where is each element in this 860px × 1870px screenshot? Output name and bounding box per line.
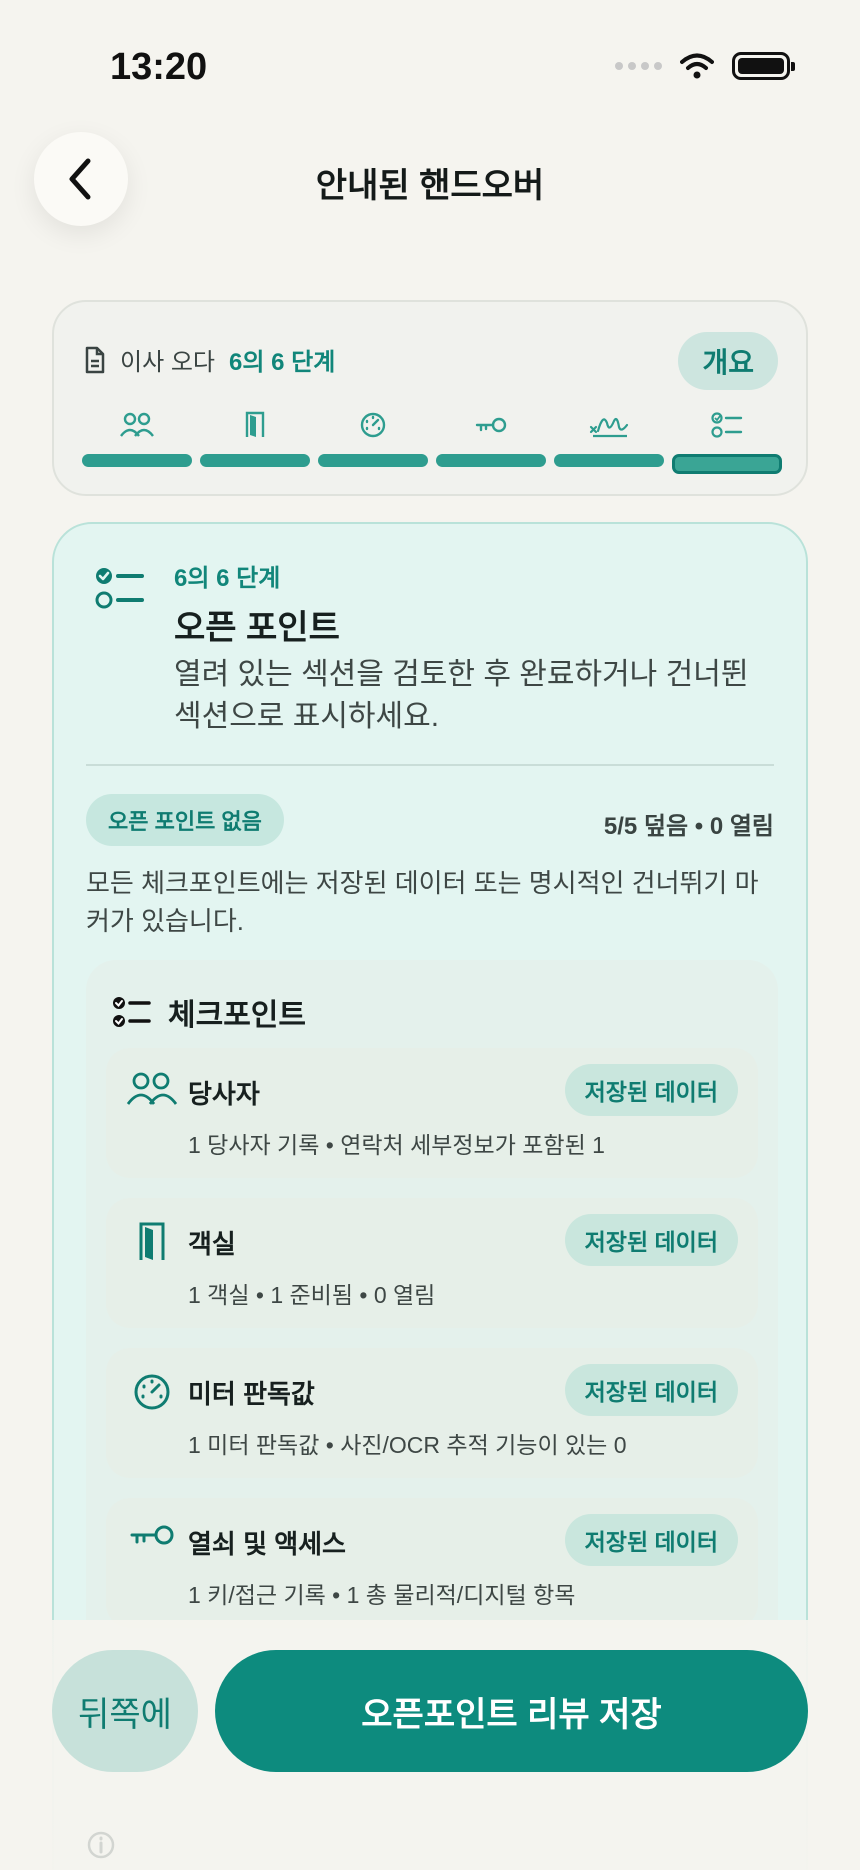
checkpoint-parties[interactable]: 당사자 저장된 데이터 1 당사자 기록 • 연락처 세부정보가 포함된 1 (106, 1048, 758, 1178)
progress-header: 이사 오다 6의 6 단계 (84, 342, 335, 377)
step-bar (318, 454, 428, 467)
intro-description: 열려 있는 섹션을 검토한 후 완료하거나 건너뛴 섹션으로 표시하세요. (174, 658, 749, 733)
coverage-note: 모든 체크포인트에는 저장된 데이터 또는 명시적인 건너뛰기 마커가 있습니다… (86, 868, 759, 936)
step-parties[interactable] (82, 410, 192, 474)
checkpoint-rooms[interactable]: 객실 저장된 데이터 1 객실 • 1 준비됨 • 0 열림 (106, 1198, 758, 1328)
checkpoint-detail: 1 객실 • 1 준비됨 • 0 열림 (188, 1282, 436, 1308)
door-icon (139, 1222, 165, 1260)
status-bar: 13:20 (0, 0, 860, 140)
status-badge: 저장된 데이터 (564, 1364, 738, 1416)
status-time: 13:20 (110, 46, 208, 88)
checkpoints-header: 체크포인트 (112, 990, 306, 1034)
document-icon (85, 346, 105, 373)
status-badge: 저장된 데이터 (564, 1064, 738, 1116)
checkpoint-detail: 1 미터 판독값 • 사진/OCR 추적 기능이 있는 0 (188, 1432, 627, 1458)
door-icon (245, 411, 265, 437)
step-bar (554, 454, 664, 467)
key-icon (130, 1525, 174, 1545)
step-indicator (82, 410, 782, 474)
checkpoint-name: 당사자 (188, 1079, 260, 1109)
progress-card: 이사 오다 6의 6 단계 개요 (52, 300, 808, 496)
divider (86, 764, 774, 766)
checklist-icon (711, 412, 743, 438)
signal-icon (615, 62, 662, 70)
step-rooms[interactable] (200, 410, 310, 474)
step-bar (200, 454, 310, 467)
info-icon (86, 1830, 116, 1860)
step-bar-active (672, 454, 782, 474)
checkpoint-meters[interactable]: 미터 판독값 저장된 데이터 1 미터 판독값 • 사진/OCR 추적 기능이 … (106, 1348, 758, 1478)
signature-icon (589, 417, 629, 438)
checkpoint-keys[interactable]: 열쇠 및 액세스 저장된 데이터 1 키/접근 기록 • 1 총 물리적/디지털… (106, 1498, 758, 1628)
key-icon (475, 417, 507, 433)
intro-title: 오픈 포인트 (174, 609, 340, 647)
checkpoint-name: 열쇠 및 액세스 (188, 1529, 346, 1559)
checkpoint-name: 미터 판독값 (188, 1379, 315, 1409)
step-bar (436, 454, 546, 467)
step-keys[interactable] (436, 410, 546, 474)
status-badge: 저장된 데이터 (564, 1514, 738, 1566)
back-step-button[interactable]: 뒤쪽에 (52, 1650, 198, 1772)
people-icon (126, 1072, 178, 1105)
checkpoints-title: 체크포인트 (168, 999, 306, 1032)
status-icons (615, 52, 795, 80)
meter-icon (360, 412, 386, 438)
progress-step-text: 6의 6 단계 (229, 349, 336, 376)
checkpoint-name: 객실 (188, 1229, 236, 1259)
people-icon (120, 412, 154, 437)
checklist-icon (113, 997, 151, 1027)
battery-icon (732, 52, 795, 80)
meter-icon (134, 1374, 170, 1410)
step-bar (82, 454, 192, 467)
status-badge: 저장된 데이터 (564, 1214, 738, 1266)
page-title: 안내된 핸드오버 (315, 167, 545, 205)
intro-step-text: 6의 6 단계 (174, 565, 281, 592)
coverage-summary: 5/5 덮음 • 0 열림 (603, 813, 774, 840)
progress-label: 이사 오다 (120, 349, 215, 376)
step-meters[interactable] (318, 410, 428, 474)
checklist-icon (95, 568, 144, 609)
checkpoint-detail: 1 당사자 기록 • 연락처 세부정보가 포함된 1 (188, 1132, 605, 1158)
step-open-points[interactable] (672, 410, 782, 474)
overview-button[interactable]: 개요 (678, 332, 778, 390)
checkpoint-detail: 1 키/접근 기록 • 1 총 물리적/디지털 항목 (188, 1582, 576, 1608)
status-badge: 오픈 포인트 없음 (86, 794, 284, 846)
step-signature[interactable] (554, 410, 664, 474)
save-review-button[interactable]: 오픈포인트 리뷰 저장 (215, 1650, 808, 1772)
wifi-icon (680, 53, 714, 79)
